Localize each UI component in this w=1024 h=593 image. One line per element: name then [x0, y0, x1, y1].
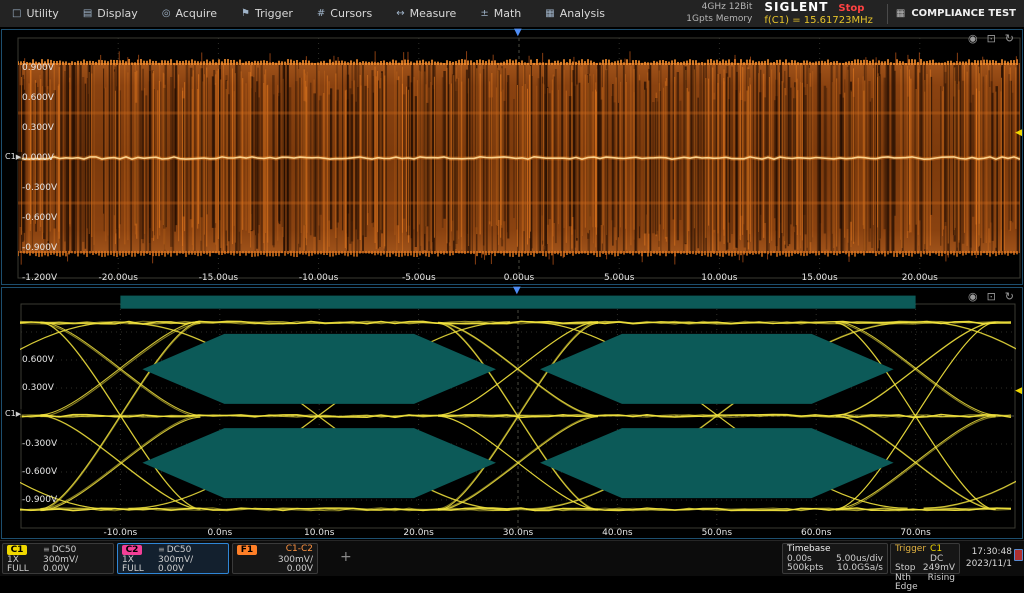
bandwidth-label: 4GHz 12Bit: [686, 2, 752, 14]
menu-item-label: Utility: [26, 7, 58, 20]
f1-expression: C1-C2: [273, 545, 313, 556]
c2-offset: 0.00V: [158, 565, 224, 575]
menu-item-trigger[interactable]: ⚑ Trigger: [229, 0, 305, 27]
menu-item-label: Cursors: [330, 7, 372, 20]
utility-icon: □: [12, 8, 21, 19]
trigger-descriptor[interactable]: TriggerC1 DC Stop249mV Nth EdgeRising: [890, 543, 960, 574]
system-info: 4GHz 12Bit 1Gpts Memory: [686, 2, 752, 25]
menu-item-analysis[interactable]: ▦ Analysis: [533, 0, 617, 27]
timebase-points: 500kpts: [787, 564, 823, 574]
trigger-type: Nth Edge: [895, 574, 924, 593]
impedance-icon: ≡: [43, 545, 50, 554]
timebase-sample-rate: 10.0GSa/s: [837, 564, 883, 574]
acquisition-status[interactable]: Stop: [838, 3, 864, 15]
math-descriptor-f1[interactable]: F1 C1-C2 300mV/ 0.00V: [232, 543, 318, 574]
trigger-source: C1: [930, 544, 942, 554]
panel-tools: ◉ ⊡ ↻: [968, 290, 1014, 303]
c2-bandwidth: FULL: [122, 565, 152, 575]
c2-coupling: ≡DC50: [158, 545, 224, 556]
channel-arrow-icon: ▶: [16, 153, 21, 161]
f1-badge: F1: [237, 545, 257, 555]
analysis-icon: ▦: [545, 8, 554, 19]
f1-offset: 0.00V: [273, 565, 313, 575]
channel-descriptor-c1[interactable]: C1 ≡DC50 1X 300mV/ FULL 0.00V: [2, 543, 114, 574]
menu-item-label: Measure: [410, 7, 457, 20]
measure-icon: ↔: [396, 8, 404, 19]
brand-logo: SIGLENT: [764, 0, 828, 14]
c1-bandwidth: FULL: [7, 565, 37, 575]
menu-item-utility[interactable]: □ Utility: [0, 0, 71, 27]
channel-descriptor-c2[interactable]: C2 ≡DC50 1X 300mV/ FULL 0.00V: [117, 543, 229, 574]
trigger-level-marker[interactable]: ◀: [1015, 386, 1022, 396]
eye-diagram-panel: ▼ C1▶ ◀ ◉ ⊡ ↻ 0.600V0.300V-0.300V-0.600V…: [1, 287, 1023, 539]
menu-item-math[interactable]: ± Math: [468, 0, 533, 27]
c1-badge: C1: [7, 545, 27, 555]
c1-coupling: ≡DC50: [43, 545, 109, 556]
trigger-level-marker[interactable]: ◀: [1015, 128, 1022, 138]
reset-zoom-icon[interactable]: ↻: [1005, 32, 1014, 45]
menu-item-label: Math: [494, 7, 522, 20]
channel-arrow-icon: ▶: [16, 410, 21, 418]
menu-item-label: Display: [97, 7, 138, 20]
oscilloscope-screen: □ Utility ▤ Display ◎ Acquire ⚑ Trigger # Cursors…: [0, 0, 1024, 576]
menu-item-display[interactable]: ▤ Display: [71, 0, 150, 27]
math-icon: ±: [480, 8, 488, 19]
reset-zoom-icon[interactable]: ↻: [1005, 290, 1014, 303]
impedance-icon: ≡: [158, 545, 165, 554]
trigger-icon: ⚑: [241, 8, 250, 19]
brand-block: SIGLENT Stop f(C1) = 15.61723MHz: [764, 0, 873, 27]
menu: □ Utility ▤ Display ◎ Acquire ⚑ Trigger # Cursors…: [0, 0, 617, 27]
add-trace-button[interactable]: +: [340, 549, 352, 565]
fullscreen-icon[interactable]: ⊡: [987, 32, 996, 45]
menu-item-label: Trigger: [255, 7, 293, 20]
cursors-icon: #: [317, 8, 325, 19]
trigger-slope: Rising: [928, 574, 955, 593]
menu-bar: □ Utility ▤ Display ◎ Acquire ⚑ Trigger # Cursors…: [0, 0, 1024, 28]
menu-item-label: Analysis: [560, 7, 605, 20]
compliance-icon: ▦: [896, 8, 905, 19]
system-status-icon: [1014, 549, 1023, 561]
clock-date: 2023/11/1: [962, 558, 1012, 570]
menu-item-cursors[interactable]: # Cursors: [305, 0, 384, 27]
menu-item-acquire[interactable]: ◎ Acquire: [150, 0, 229, 27]
compliance-test-button[interactable]: ▦ COMPLIANCE TEST: [896, 8, 1024, 19]
clock[interactable]: 17:30:48 2023/11/1: [962, 546, 1012, 570]
c2-badge: C2: [122, 545, 142, 555]
trigger-position-marker[interactable]: ▼: [514, 27, 522, 38]
status-bar: C1 ≡DC50 1X 300mV/ FULL 0.00V C2 ≡DC50 1…: [0, 540, 1024, 576]
timebase-descriptor[interactable]: Timebase 0.00s5.00us/div 500kpts10.0GSa/…: [782, 543, 888, 574]
waveform-panel: ▼ C1▶ ◀ ◉ ⊡ ↻ 0.900V0.600V0.300V0.000V-0…: [1, 29, 1023, 285]
fullscreen-icon[interactable]: ⊡: [987, 290, 996, 303]
frequency-counter: f(C1) = 15.61723MHz: [764, 15, 873, 27]
channel-position-marker[interactable]: C1▶: [4, 409, 22, 418]
header-divider: [887, 4, 888, 24]
memory-label: 1Gpts Memory: [686, 14, 752, 26]
channel-position-marker[interactable]: C1▶: [4, 152, 22, 161]
trigger-coupling: DC: [930, 554, 943, 564]
eye-diagram-canvas[interactable]: [2, 288, 1022, 538]
top-waveform-canvas[interactable]: [2, 30, 1022, 284]
trigger-title: Trigger: [895, 545, 926, 564]
screenshot-icon[interactable]: ◉: [968, 32, 978, 45]
c1-offset: 0.00V: [43, 565, 109, 575]
menu-item-measure[interactable]: ↔ Measure: [384, 0, 468, 27]
menu-item-label: Acquire: [176, 7, 217, 20]
panel-tools: ◉ ⊡ ↻: [968, 32, 1014, 45]
trigger-position-marker[interactable]: ▼: [513, 285, 521, 296]
screenshot-icon[interactable]: ◉: [968, 290, 978, 303]
clock-time: 17:30:48: [962, 546, 1012, 558]
header-right: 4GHz 12Bit 1Gpts Memory SIGLENT Stop f(C…: [686, 0, 1024, 27]
compliance-label: COMPLIANCE TEST: [911, 8, 1016, 19]
display-icon: ▤: [83, 8, 92, 19]
acquire-icon: ◎: [162, 8, 171, 19]
